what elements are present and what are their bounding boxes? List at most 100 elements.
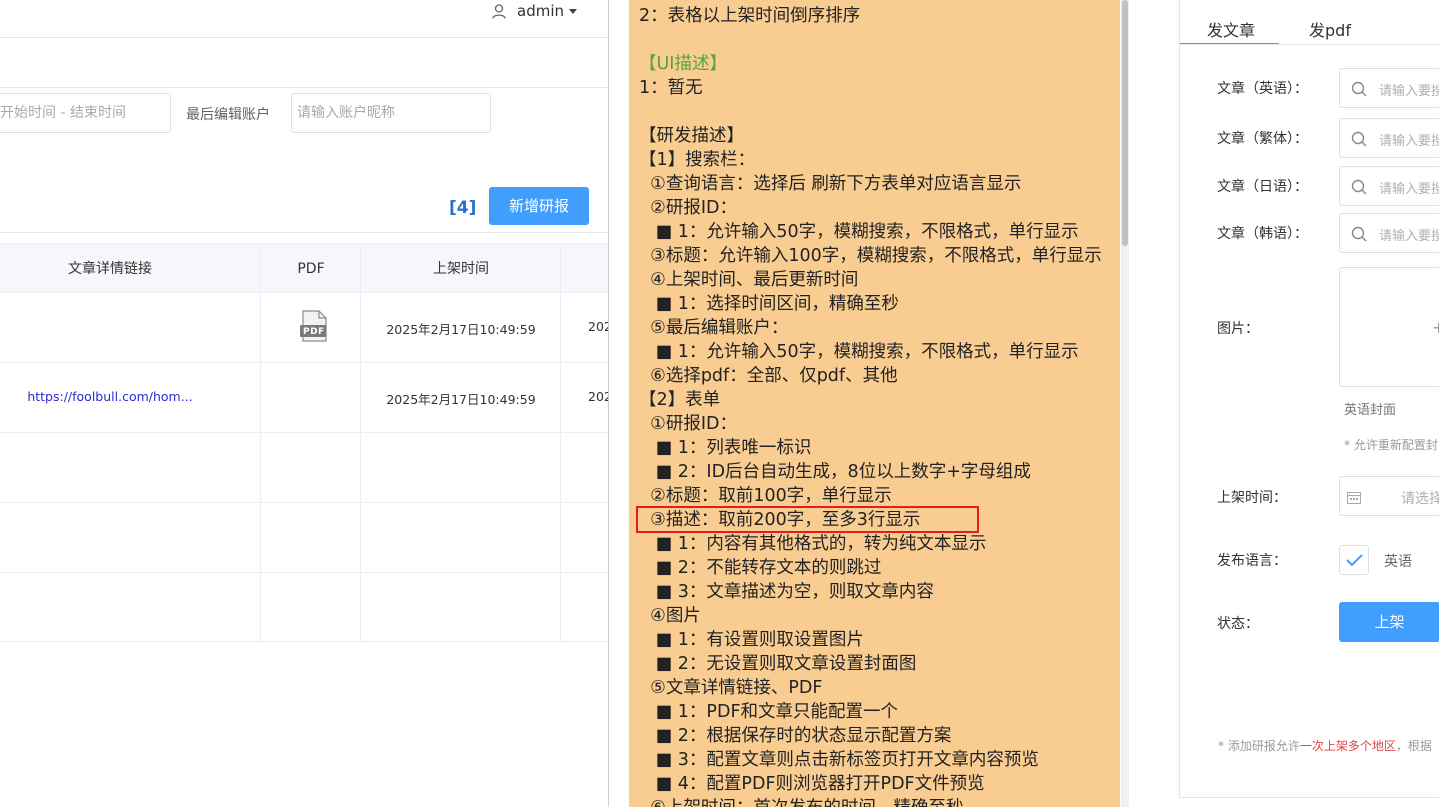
doc-line: ■ 3：配置文章则点击新标签页打开文章内容预览 [639, 750, 1039, 770]
user-menu[interactable]: admin [490, 0, 590, 24]
doc-line: ①研报ID： [639, 414, 737, 434]
spec-document: 2：表格以上架时间倒序排序 【UI描述】 1：暂无【研发描述】 【1】搜索栏： ①查询… [629, 0, 1120, 807]
doc-line: 2：表格以上架时间倒序排序 [639, 6, 861, 26]
report-list-panel: admin 开始时间 - 结束时间 最后编辑账户 请输入账户昵称 [4] 新增研… [0, 0, 608, 807]
doc-line: 【2】表单 [639, 390, 721, 410]
article-field-label: 文章（日语）： [1217, 179, 1308, 195]
time-picker[interactable]: 请选择 [1339, 476, 1439, 516]
user-name: admin [517, 2, 564, 20]
doc-line: 【1】搜索栏： [639, 150, 756, 170]
row-divider [0, 641, 608, 642]
editor-input[interactable]: 请输入账户昵称 [291, 93, 491, 133]
highlight-box [636, 506, 979, 533]
add-report-button[interactable]: 新增研报 [489, 187, 589, 225]
doc-line: ■ 1：有设置则取设置图片 [639, 630, 864, 650]
user-icon [492, 4, 506, 19]
doc-line: 【研发描述】 [639, 126, 744, 146]
header-divider [0, 37, 608, 38]
table-row: PDF 2025年2月17日10:49:59 202 [0, 293, 608, 362]
lang-option: 英语 [1384, 554, 1412, 570]
article-field-label: 文章（繁体）： [1217, 131, 1308, 147]
table-row: https://foolbull.com/hom... 2025年2月17日10… [0, 363, 608, 432]
add-report-form: 发文章 发pdf 文章（英语）： 请输入要搜 文章（繁体）： 请输入要搜 文章（日语）：… [1179, 0, 1439, 798]
article-field-label: 文章（韩语）： [1217, 226, 1308, 242]
cover-hint: * 允许重新配置封 [1344, 438, 1438, 452]
doc-line: ②研报ID： [639, 198, 737, 218]
article-search-input[interactable]: 请输入要搜 [1339, 68, 1439, 108]
doc-line: ■ 2：根据保存时的状态显示配置方案 [639, 726, 952, 746]
article-search-input[interactable]: 请输入要搜 [1339, 118, 1439, 158]
check-icon [1346, 554, 1363, 567]
toolbar-divider [0, 232, 608, 233]
doc-line: ⑥选择pdf：全部、仅pdf、其他 [639, 366, 898, 386]
article-search-placeholder: 请输入要搜 [1379, 182, 1439, 197]
spec-text: 2：表格以上架时间倒序排序 【UI描述】 1：暂无【研发描述】 【1】搜索栏： ①查询… [639, 4, 1120, 807]
image-label: 图片： [1217, 321, 1259, 337]
caret-down-icon [569, 9, 577, 14]
row-divider [0, 432, 608, 433]
doc-line: ■ 1：PDF和文章只能配置一个 [639, 702, 899, 722]
col-header-time: 上架时间 [433, 261, 489, 277]
doc-line: ■ 2：无设置则取文章设置封面图 [639, 654, 917, 674]
lang-checkbox[interactable] [1339, 545, 1369, 575]
footer-note: * 添加研报允许一次上架多个地区，根据 [1218, 737, 1432, 754]
tab-divider [1180, 44, 1439, 45]
doc-line: ■ 2：不能转存文本的则跳过 [639, 558, 882, 578]
update-time-clipped: 202 [588, 389, 608, 404]
doc-line: ⑤文章详情链接、PDF [639, 678, 823, 698]
tab-article[interactable]: 发文章 [1207, 17, 1255, 41]
doc-line: ■ 1：允许输入50字，模糊搜索，不限格式，单行显示 [639, 342, 1079, 362]
image-upload[interactable]: + [1339, 267, 1439, 387]
date-range-input[interactable]: 开始时间 - 结束时间 [0, 93, 171, 133]
doc-line: 1：暂无 [639, 78, 703, 98]
footer-note-highlight: 一次上架多个地区 [1299, 739, 1396, 753]
plus-icon: + [1432, 318, 1439, 337]
publish-button[interactable]: 上架 [1339, 602, 1439, 642]
pdf-icon-text: PDF [303, 327, 325, 337]
doc-line: ■ 1：内容有其他格式的，转为纯文本显示 [639, 534, 987, 554]
article-search-placeholder: 请输入要搜 [1379, 229, 1439, 244]
pdf-file-icon[interactable]: PDF [300, 310, 328, 342]
article-link[interactable]: https://foolbull.com/hom... [0, 389, 220, 404]
article-search-input[interactable]: 请输入要搜 [1339, 213, 1439, 253]
doc-line: ③标题：允许输入100字，模糊搜索，不限格式，单行显示 [639, 246, 1102, 266]
search-icon [1351, 131, 1367, 147]
doc-line: ■ 1：允许输入50字，模糊搜索，不限格式，单行显示 [639, 222, 1079, 242]
article-search-placeholder: 请输入要搜 [1379, 134, 1439, 149]
time-placeholder: 请选择 [1401, 491, 1439, 507]
col-header-link: 文章详情链接 [68, 261, 152, 277]
tabs-divider [0, 87, 608, 88]
article-search-placeholder: 请输入要搜 [1379, 84, 1439, 99]
editor-label: 最后编辑账户 [186, 107, 270, 123]
search-icon [1351, 81, 1367, 97]
doc-line: ⑤最后编辑账户： [639, 318, 789, 338]
publish-time: 2025年2月17日10:49:59 [386, 392, 536, 407]
row-divider [0, 502, 608, 503]
article-search-input[interactable]: 请输入要搜 [1339, 166, 1439, 206]
doc-line: ②标题：取前100字，单行显示 [639, 486, 892, 506]
update-time-clipped: 202 [588, 319, 608, 334]
time-label: 上架时间： [1217, 490, 1287, 506]
doc-line: ■ 4：配置PDF则浏览器打开PDF文件预览 [639, 774, 985, 794]
article-field-label: 文章（英语）： [1217, 81, 1308, 97]
search-icon [1351, 179, 1367, 195]
doc-line: 【UI描述】 [639, 54, 727, 74]
panel-divider [608, 0, 609, 807]
col-header-pdf: PDF [297, 261, 325, 277]
doc-line: ■ 1：列表唯一标识 [639, 438, 812, 458]
publish-time: 2025年2月17日10:49:59 [386, 322, 536, 337]
footer-note-suffix: ，根据 [1395, 739, 1432, 753]
tab-pdf[interactable]: 发pdf [1309, 17, 1351, 41]
search-icon [1351, 226, 1367, 242]
doc-line: ①查询语言：选择后 刷新下方表单对应语言显示 [639, 174, 1022, 194]
doc-line: ④上架时间、最后更新时间 [639, 270, 859, 290]
table-header: 文章详情链接 PDF 上架时间 [0, 243, 608, 293]
lang-label: 发布语言： [1217, 553, 1287, 569]
footer-note-prefix: * 添加研报允许 [1218, 739, 1300, 753]
doc-scrollbar-thumb[interactable] [1122, 0, 1128, 246]
doc-line: ④图片 [639, 606, 701, 626]
doc-line: ⑥上架时间：首次发布的时间，精确至秒 [639, 796, 963, 807]
doc-line: ■ 1：选择时间区间，精确至秒 [639, 294, 899, 314]
count-badge: [4] [449, 198, 477, 218]
doc-line: ■ 3：文章描述为空，则取文章内容 [639, 582, 934, 602]
